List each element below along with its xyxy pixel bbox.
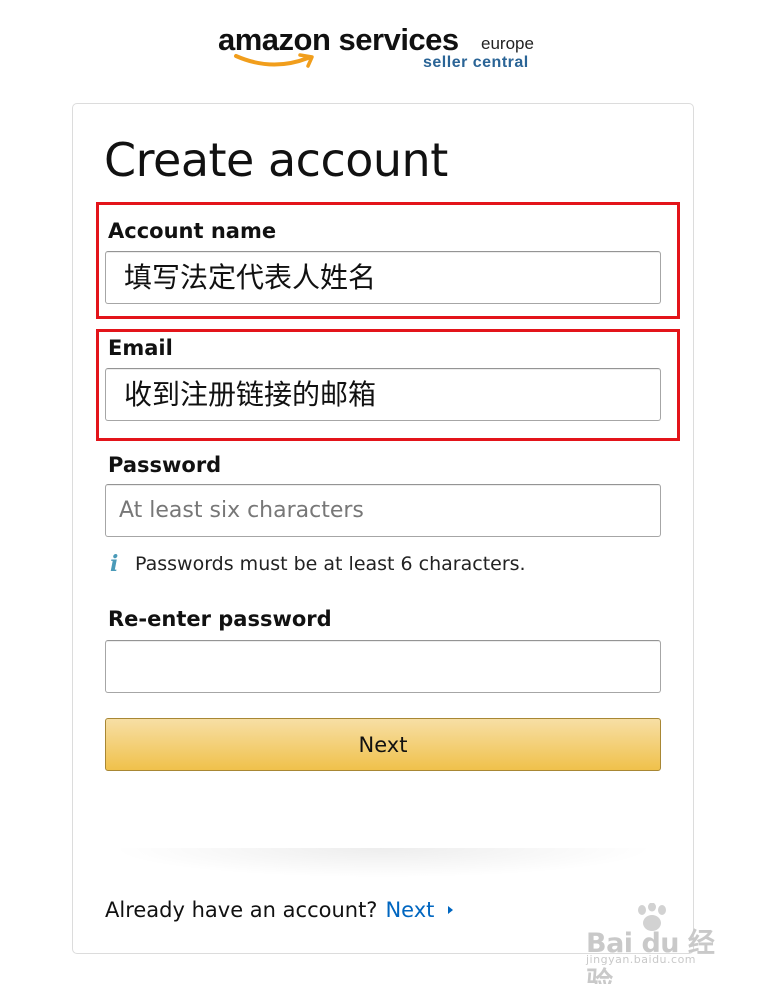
account-name-label: Account name [108,219,277,243]
logo-region-text: europe [481,34,534,53]
reenter-password-label: Re-enter password [108,607,332,631]
email-input[interactable]: 收到注册链接的邮箱 [105,368,661,421]
watermark-url: jingyan.baidu.com [586,953,697,966]
caret-right-icon [448,906,454,914]
amazon-smile-icon [234,53,314,68]
signin-prompt: Already have an account? [105,898,378,922]
email-label: Email [108,336,173,360]
amazon-services-logo: amazon services europe seller central [218,22,548,74]
account-name-input[interactable]: 填写法定代表人姓名 [105,251,661,304]
section-divider [110,848,656,878]
password-label: Password [108,453,222,477]
logo-sub-text: seller central [423,54,529,71]
signin-row: Already have an account? Next [105,898,454,922]
signin-link[interactable]: Next [385,898,434,922]
baidu-watermark: Bai du 经验 jingyan.baidu.com [584,903,724,984]
reenter-password-input[interactable] [105,640,661,693]
password-hint-text: Passwords must be at least 6 characters. [135,553,526,575]
info-icon: i [110,551,119,577]
page-title: Create account [104,133,448,187]
password-input[interactable]: At least six characters [105,484,661,537]
password-hint: i Passwords must be at least 6 character… [108,552,526,576]
next-button[interactable]: Next [105,718,661,771]
